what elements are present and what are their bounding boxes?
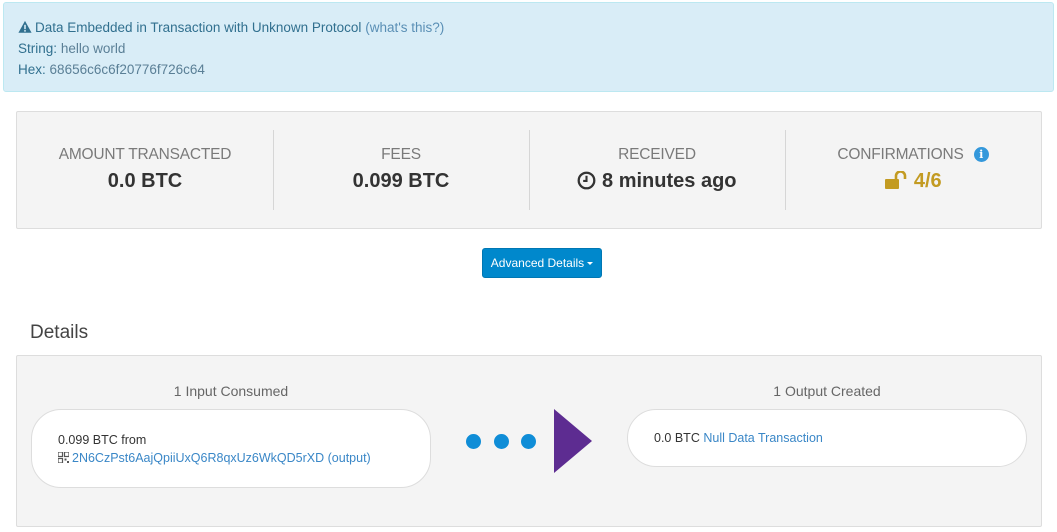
outputs-title: 1 Output Created: [773, 383, 881, 399]
advanced-details-button[interactable]: Advanced Details: [482, 248, 602, 278]
flow-arrow-icon: [554, 409, 592, 473]
protocol-alert: Data Embedded in Transaction with Unknow…: [3, 2, 1054, 92]
warning-icon: [18, 20, 32, 33]
received-label: RECEIVED: [618, 146, 696, 163]
unlock-icon: [885, 170, 907, 189]
null-data-link[interactable]: Null Data Transaction: [703, 431, 823, 445]
hex-label: Hex: [18, 62, 43, 77]
received-value: 8 minutes ago: [602, 170, 737, 192]
details-flow: 1 Input Consumed 0.099 BTC from 2N6CzPst…: [16, 355, 1042, 527]
flow-dot: [521, 434, 536, 449]
confirmations-value: 4/6: [913, 170, 942, 192]
amount-value: 0.0 BTC: [107, 170, 183, 192]
alert-title-row: Data Embedded in Transaction with Unknow…: [18, 17, 1039, 38]
input-output-link[interactable]: (output): [328, 451, 371, 465]
string-value: hello world: [60, 41, 126, 56]
details-heading: Details: [30, 322, 89, 343]
amount-label: AMOUNT TRANSACTED: [58, 146, 232, 163]
input-item: 0.099 BTC from 2N6CzPst6AajQpiiUxQ6R8qxU…: [31, 409, 431, 488]
confirmations-row: 4/6: [785, 170, 1041, 193]
output-amount: 0.0 BTC: [654, 431, 700, 445]
alert-string-row: String: hello world: [18, 41, 126, 56]
whats-this-link[interactable]: (what's this?): [365, 20, 444, 35]
confirmations-cell: CONFIRMATIONS i 4/6: [785, 112, 1041, 228]
alert-hex-row: Hex: 68656c6c6f20776f726c64: [18, 62, 205, 77]
alert-title: Data Embedded in Transaction with Unknow…: [35, 20, 362, 35]
clock-icon: [578, 171, 596, 190]
info-icon[interactable]: i: [973, 147, 989, 162]
received-cell: RECEIVED 8 minutes ago: [529, 112, 785, 228]
input-from: from: [121, 432, 147, 447]
hex-value: 68656c6c6f20776f726c64: [49, 62, 205, 77]
fees-label: FEES: [381, 146, 421, 163]
flow-dot: [494, 434, 509, 449]
fees-value: 0.099 BTC: [352, 170, 450, 192]
amount-cell: AMOUNT TRANSACTED 0.0 BTC: [17, 112, 273, 228]
confirmations-label: CONFIRMATIONS: [837, 146, 964, 163]
caret-down-icon: [587, 262, 594, 265]
input-amount: 0.099 BTC: [58, 432, 118, 447]
input-address-link[interactable]: 2N6CzPst6AajQpiiUxQ6R8qxUz6WkQD5rXD: [72, 451, 324, 465]
qr-code-icon[interactable]: [58, 451, 69, 463]
transaction-summary: AMOUNT TRANSACTED 0.0 BTC FEES 0.099 BTC…: [16, 111, 1042, 229]
string-label: String: [18, 41, 54, 56]
fees-cell: FEES 0.099 BTC: [273, 112, 529, 228]
flow-dot: [466, 434, 481, 449]
inputs-title: 1 Input Consumed: [173, 383, 289, 399]
received-row: 8 minutes ago: [529, 170, 785, 193]
output-item: 0.0 BTC Null Data Transaction: [627, 409, 1027, 467]
advanced-details-label: Advanced Details: [490, 256, 585, 270]
